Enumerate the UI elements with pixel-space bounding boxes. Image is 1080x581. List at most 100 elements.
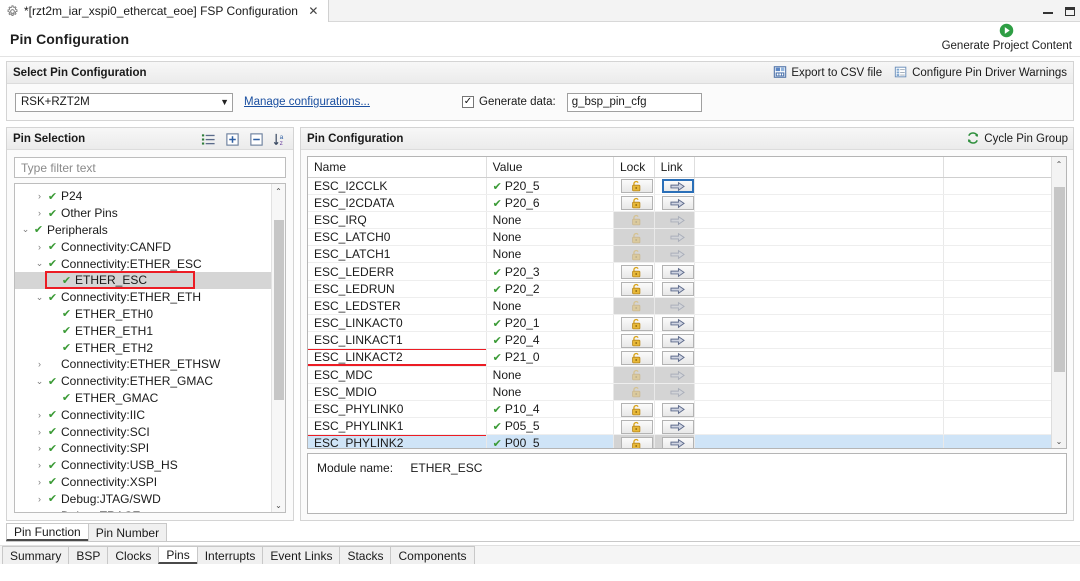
padlock-open-icon[interactable] <box>621 248 653 262</box>
link-cell[interactable] <box>654 245 696 264</box>
padlock-open-icon[interactable] <box>620 402 653 417</box>
link-cell[interactable] <box>654 194 696 212</box>
chevron-right-icon[interactable]: › <box>33 359 46 369</box>
chevron-down-icon[interactable]: ⌄ <box>33 376 46 387</box>
close-icon[interactable]: ✕ <box>307 4 320 18</box>
configure-pin-driver-warnings-button[interactable]: Configure Pin Driver Warnings <box>894 65 1067 82</box>
pin-name-cell[interactable]: ESC_I2CCLK <box>308 177 487 195</box>
pin-tree-scroll-thumb[interactable] <box>274 220 284 400</box>
chevron-right-icon[interactable]: › <box>33 460 46 470</box>
table-row[interactable]: ESC_LINKACT1 ✔ P20_4 <box>308 331 1066 350</box>
pin-filter-input[interactable]: Type filter text <box>14 157 286 178</box>
lock-cell[interactable] <box>613 314 655 333</box>
tab-components[interactable]: Components <box>390 546 475 564</box>
lock-cell[interactable] <box>613 400 655 419</box>
pin-value-cell[interactable]: ✔ P20_4 <box>486 331 614 350</box>
link-cell[interactable] <box>654 314 696 333</box>
pin-value-cell[interactable]: ✔ P20_6 <box>486 194 614 212</box>
chevron-right-icon[interactable]: › <box>33 242 46 252</box>
tab-pin-number[interactable]: Pin Number <box>87 523 168 541</box>
table-row[interactable]: ESC_PHYLINK1 ✔ P05_5 <box>308 417 1066 436</box>
padlock-open-icon[interactable] <box>620 333 653 348</box>
link-cell[interactable] <box>654 228 696 247</box>
padlock-open-icon[interactable] <box>621 231 653 245</box>
scroll-up-icon[interactable]: ⌃ <box>272 184 285 198</box>
tree-item[interactable]: › ✔ Connectivity:USB_HS <box>15 457 285 474</box>
link-cell[interactable] <box>654 348 696 367</box>
table-row[interactable]: ESC_LINKACT0 ✔ P20_1 <box>308 314 1066 333</box>
pin-value-cell[interactable]: ✔ P00_5 <box>486 434 614 449</box>
column-header[interactable]: Value <box>486 157 614 178</box>
pin-value-cell[interactable]: ✔ P21_0 <box>486 348 614 367</box>
tree-item[interactable]: ✔ ETHER_ESC <box>15 270 285 289</box>
tree-item[interactable]: › ✔ Connectivity:XSPI <box>15 474 285 491</box>
arrow-right-icon[interactable] <box>662 231 694 245</box>
pin-value-cell[interactable]: ✔ P10_4 <box>486 400 614 419</box>
generate-data-checkbox[interactable]: ✓ <box>462 96 474 108</box>
arrow-right-icon[interactable] <box>662 385 694 399</box>
pin-name-cell[interactable]: ESC_LATCH0 <box>308 228 487 247</box>
tree-item[interactable]: ⌄ ✔ Peripherals <box>15 222 285 239</box>
pin-name-cell[interactable]: ESC_LINKACT0 <box>308 314 487 333</box>
editor-tab-fsp-configuration[interactable]: *[rzt2m_iar_xspi0_ethercat_eoe] FSP Conf… <box>0 0 329 22</box>
lock-cell[interactable] <box>613 228 655 247</box>
lock-cell[interactable] <box>613 280 655 298</box>
tab-summary[interactable]: Summary <box>2 546 70 564</box>
lock-cell[interactable] <box>613 245 655 264</box>
tree-item[interactable]: ✔ ETHER_ETH0 <box>15 306 285 323</box>
padlock-open-icon[interactable] <box>621 385 653 399</box>
pin-table-scroll-thumb[interactable] <box>1054 187 1065 372</box>
pin-name-cell[interactable]: ESC_PHYLINK1 <box>308 417 487 436</box>
pin-name-cell[interactable]: ESC_PHYLINK0 <box>308 400 487 419</box>
arrow-right-icon[interactable] <box>661 179 694 194</box>
table-row[interactable]: ESC_LINKACT2 ✔ P21_0 <box>308 348 1066 367</box>
tree-item[interactable]: ›✔Debug:TRACE <box>15 507 285 512</box>
pin-name-cell[interactable]: ESC_LEDERR <box>308 262 487 281</box>
cycle-pin-group-button[interactable]: Cycle Pin Group <box>966 131 1068 148</box>
link-cell[interactable] <box>654 383 696 401</box>
chevron-right-icon[interactable]: › <box>33 477 46 487</box>
chevron-right-icon[interactable]: › <box>33 494 46 504</box>
pin-value-cell[interactable]: None <box>486 211 614 230</box>
manage-configurations-link[interactable]: Manage configurations... <box>244 96 370 108</box>
lock-cell[interactable] <box>613 383 655 401</box>
link-cell[interactable] <box>654 177 696 195</box>
chevron-down-icon[interactable]: ⌄ <box>19 224 32 235</box>
table-row[interactable]: ESC_IRQ None <box>308 211 1066 230</box>
export-to-csv-button[interactable]: Export to CSV file <box>773 65 882 82</box>
arrow-right-icon[interactable] <box>662 248 694 262</box>
column-header[interactable] <box>943 157 1066 178</box>
link-cell[interactable] <box>654 211 696 230</box>
chevron-down-icon[interactable]: ⌄ <box>33 292 46 303</box>
pin-value-cell[interactable]: None <box>486 245 614 264</box>
lock-cell[interactable] <box>613 177 655 195</box>
chevron-right-icon[interactable]: › <box>33 443 46 453</box>
pin-value-cell[interactable]: ✔ P20_1 <box>486 314 614 333</box>
pin-name-cell[interactable]: ESC_LINKACT2 <box>308 348 487 367</box>
column-header[interactable]: Lock <box>613 157 655 178</box>
padlock-open-icon[interactable] <box>620 196 653 211</box>
link-cell[interactable] <box>654 262 696 281</box>
pin-value-cell[interactable]: None <box>486 228 614 247</box>
link-cell[interactable] <box>654 417 696 436</box>
table-row[interactable]: ESC_LATCH1 None <box>308 245 1066 264</box>
padlock-open-icon[interactable] <box>620 419 653 434</box>
arrow-right-icon[interactable] <box>661 282 694 297</box>
lock-cell[interactable] <box>613 348 655 367</box>
lock-cell[interactable] <box>613 211 655 230</box>
scroll-down-icon[interactable]: ⌄ <box>1052 434 1066 448</box>
tab-clocks[interactable]: Clocks <box>107 546 160 564</box>
pin-name-cell[interactable]: ESC_I2CDATA <box>308 194 487 212</box>
padlock-open-icon[interactable] <box>620 179 653 194</box>
tab-pins[interactable]: Pins <box>158 546 198 564</box>
pin-value-cell[interactable]: ✔ P20_3 <box>486 262 614 281</box>
pin-name-cell[interactable]: ESC_LEDRUN <box>308 280 487 298</box>
expand-all-icon[interactable] <box>225 132 240 147</box>
pin-configuration-select[interactable]: RSK+RZT2M ▼ <box>15 92 233 112</box>
lock-cell[interactable] <box>613 417 655 436</box>
lock-cell[interactable] <box>613 434 655 449</box>
pin-name-cell[interactable]: ESC_MDC <box>308 366 487 384</box>
lock-cell[interactable] <box>613 366 655 384</box>
tab-bsp[interactable]: BSP <box>68 546 109 564</box>
arrow-right-icon[interactable] <box>661 436 694 449</box>
